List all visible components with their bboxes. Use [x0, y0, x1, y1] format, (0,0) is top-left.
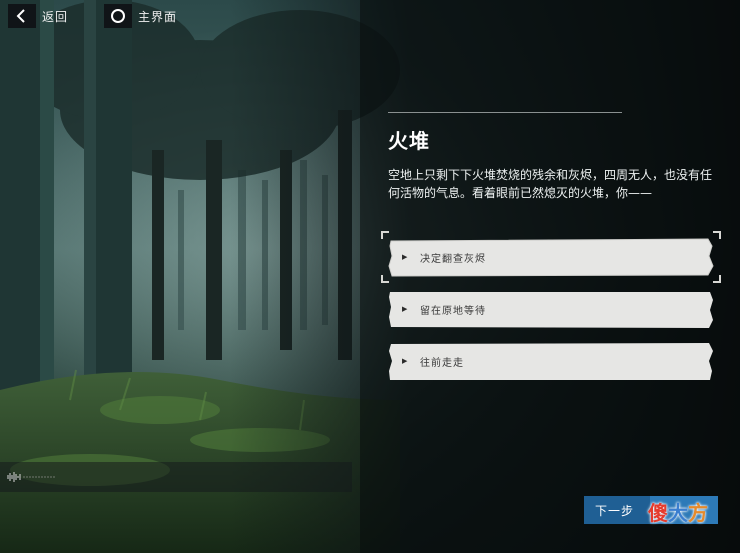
top-nav: 返回 主界面	[0, 0, 740, 30]
choice-list: ▶ 决定翻查灰烬 ▶ 留在原地等待 ▶ 往前走走	[381, 231, 721, 392]
play-triangle-icon: ▶	[402, 253, 408, 261]
choice-option[interactable]: ▶ 决定翻查灰烬	[381, 231, 721, 283]
audio-wave-icon	[7, 472, 55, 482]
circle-icon	[104, 4, 132, 28]
watermark-logo: 傻 大 方	[648, 500, 708, 526]
watermark-char: 方	[688, 501, 708, 525]
choice-option[interactable]: ▶ 往前走走	[388, 340, 714, 382]
event-description: 空地上只剩下下火堆焚烧的残余和灰烬，四周无人，也没有任何活物的气息。看着眼前已然…	[388, 168, 713, 200]
chevron-left-icon	[8, 4, 36, 28]
next-step-label: 下一步	[595, 503, 635, 518]
story-panel: 火堆 空地上只剩下下火堆焚烧的残余和灰烬，四周无人，也没有任何活物的气息。看着眼…	[388, 112, 724, 202]
choice-label: 决定翻查灰烬	[420, 253, 486, 265]
watermark-char: 傻	[648, 501, 668, 525]
home-label: 主界面	[138, 9, 178, 24]
choice-label: 往前走走	[420, 357, 464, 369]
choice-label: 留在原地等待	[420, 305, 486, 317]
watermark-char: 大	[668, 501, 688, 525]
home-button[interactable]: 主界面	[104, 4, 177, 28]
choice-option[interactable]: ▶ 留在原地等待	[388, 288, 714, 330]
event-title: 火堆	[388, 129, 430, 153]
title-divider	[388, 112, 622, 113]
back-label: 返回	[42, 9, 69, 24]
back-button[interactable]: 返回	[8, 4, 68, 28]
play-triangle-icon: ▶	[402, 305, 408, 313]
audio-bar	[0, 462, 352, 492]
play-triangle-icon: ▶	[402, 357, 408, 365]
